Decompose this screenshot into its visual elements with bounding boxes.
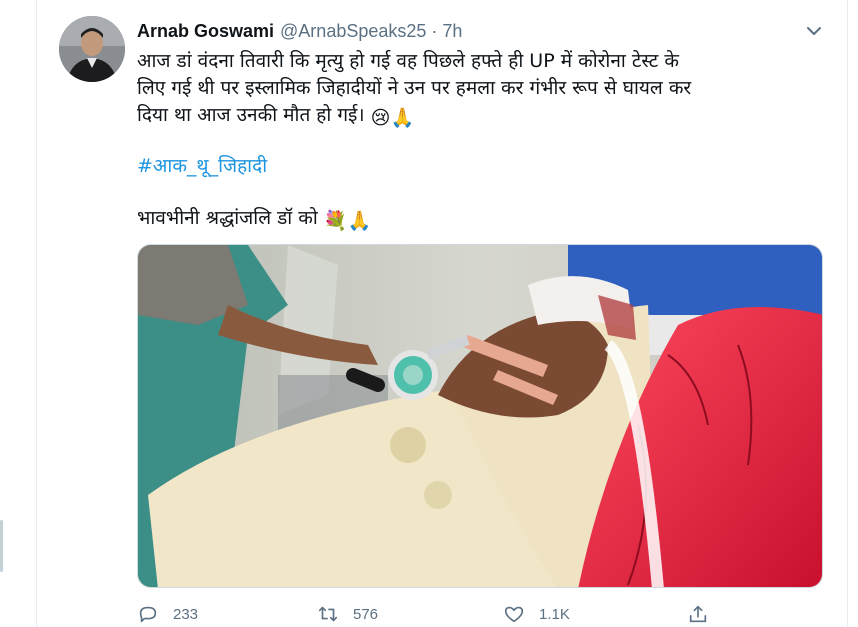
- reply-button[interactable]: 233: [137, 603, 198, 625]
- tweet-text-line: दिया था आज उनकी मौत हो गई। 😢🙏: [137, 102, 827, 132]
- tribute-text-label: भावभीनी श्रद्धांजलि डॉ को: [137, 207, 318, 229]
- user-handle[interactable]: @ArnabSpeaks25: [280, 21, 426, 42]
- retweet-count: 576: [353, 605, 379, 623]
- tweet-text-line: लिए गई थी पर इस्लामिक जिहादीयों ने उन पर…: [137, 77, 692, 99]
- tweet-header: Arnab Goswami @ArnabSpeaks25 · 7h: [137, 18, 462, 44]
- hashtag-link[interactable]: #आक_थू_जिहादी: [137, 152, 267, 178]
- chevron-down-icon[interactable]: [803, 20, 825, 42]
- separator-dot: ·: [431, 20, 438, 41]
- reply-count: 233: [173, 605, 199, 623]
- reply-icon: [139, 606, 157, 623]
- tweet-text: आज डां वंदना तिवारी कि मृत्यु हो गई वह प…: [137, 48, 827, 132]
- retweet-button[interactable]: 576: [317, 603, 378, 625]
- tribute-text: भावभीनी श्रद्धांजलि डॉ को 💐🙏: [137, 204, 371, 232]
- crying-praying-emoji: 😢🙏: [370, 107, 415, 129]
- tweet-photo[interactable]: [137, 244, 823, 588]
- bouquet-praying-emoji: 💐🙏: [323, 210, 372, 232]
- timeline-right-border: [847, 0, 848, 627]
- share-icon: [689, 605, 707, 623]
- avatar[interactable]: [59, 16, 125, 82]
- tweet-text-line-end: दिया था आज उनकी मौत हो गई।: [137, 104, 365, 126]
- edge-scroll-mark: [0, 520, 3, 572]
- timestamp[interactable]: 7h: [442, 21, 462, 42]
- tweet-card[interactable]: Arnab Goswami @ArnabSpeaks25 · 7h आज डां…: [37, 0, 847, 627]
- tweet-actions: 233 576 1.1K: [137, 598, 827, 627]
- share-button[interactable]: [687, 603, 723, 625]
- tweet-text-line: आज डां वंदना तिवारी कि मृत्यु हो गई वह प…: [137, 50, 679, 72]
- like-count: 1.1K: [539, 605, 570, 623]
- like-button[interactable]: 1.1K: [503, 603, 570, 625]
- heart-icon: [504, 606, 524, 623]
- display-name[interactable]: Arnab Goswami: [137, 21, 274, 42]
- retweet-icon: [318, 606, 338, 622]
